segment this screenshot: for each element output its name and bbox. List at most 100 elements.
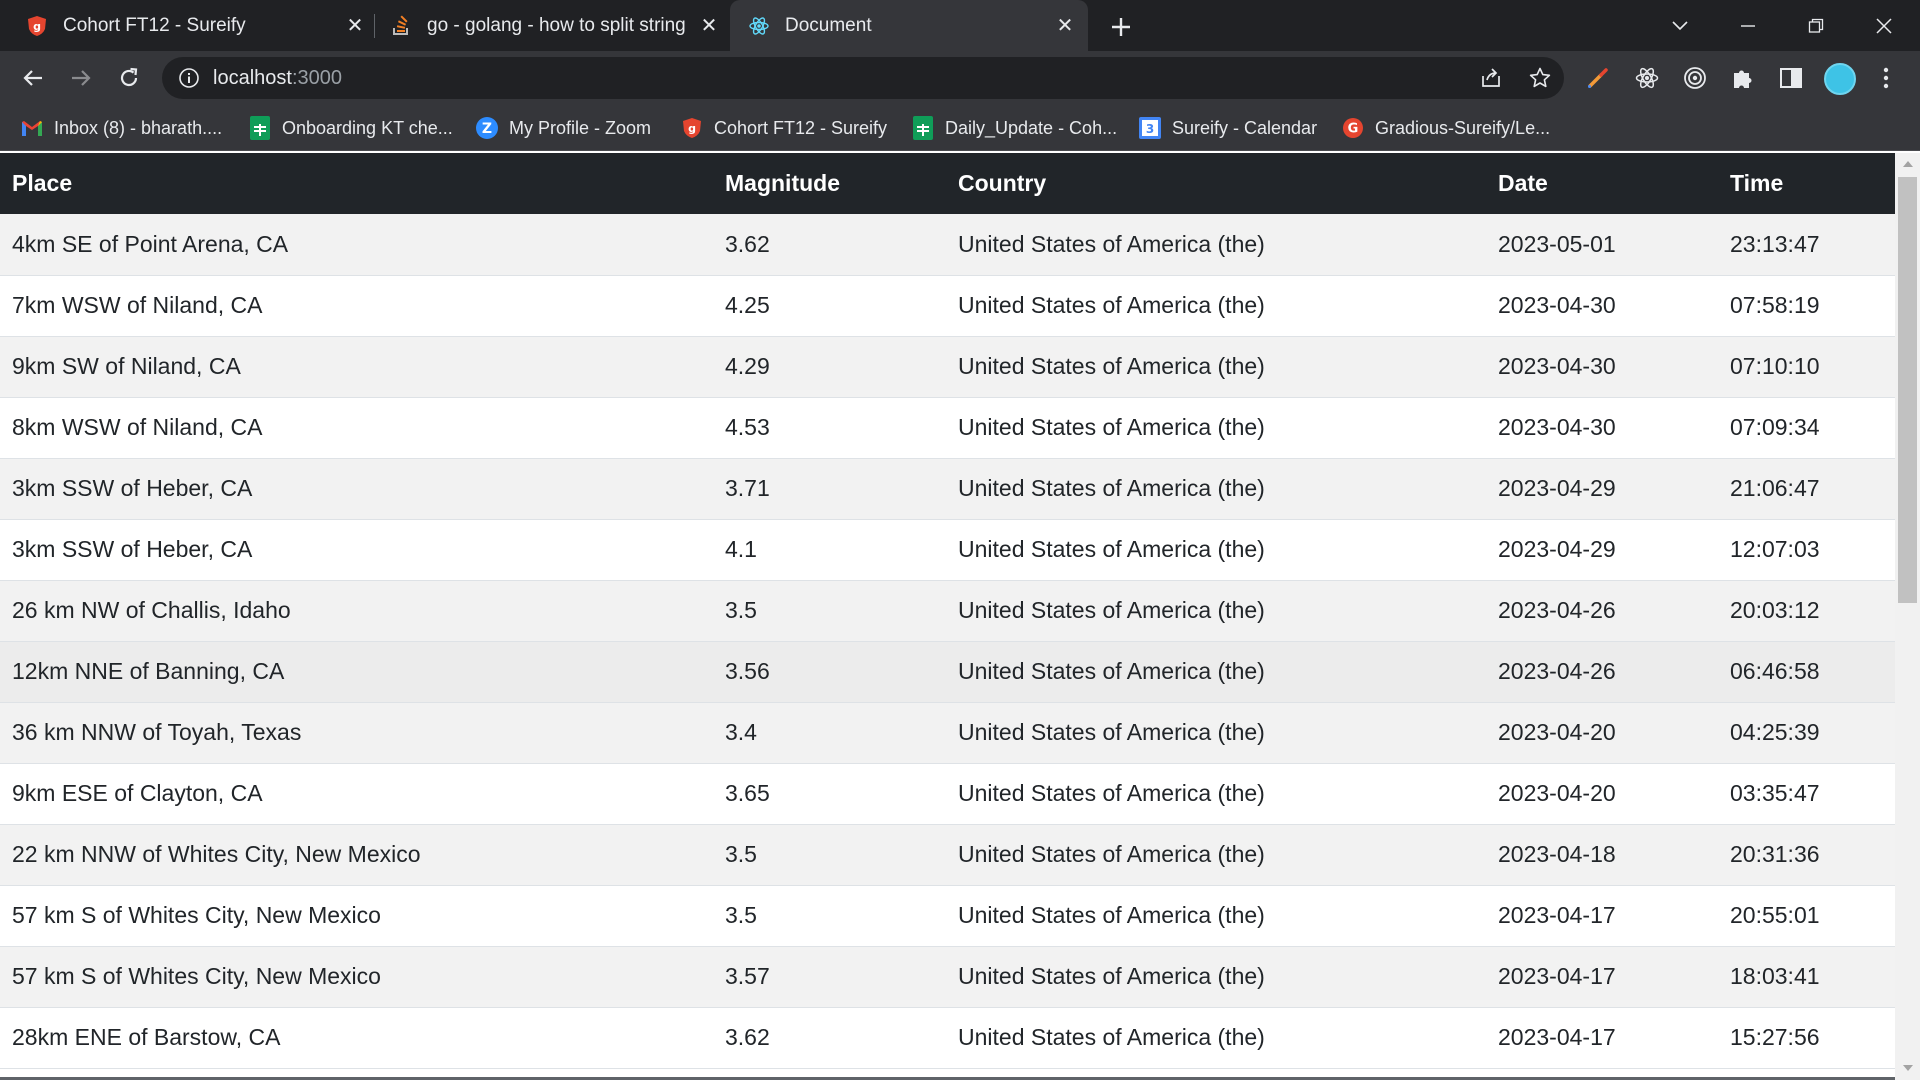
address-bar[interactable]: localhost:3000 [162,57,1564,99]
tab-separator [374,14,375,38]
gradious-shield-icon: g [681,117,703,139]
scroll-up-arrow-icon[interactable] [1903,161,1913,167]
tab-golang[interactable]: go - golang - how to split string ✕ [390,0,720,51]
bookmark-star-icon[interactable] [1528,66,1552,90]
restore-button[interactable] [1788,0,1844,51]
cell-place: 26 km NW of Challis, Idaho [0,580,713,642]
svg-text:3: 3 [1146,122,1154,136]
tab-search-button[interactable] [1652,0,1708,51]
cell-date: 2023-04-30 [1486,275,1718,337]
cell-magnitude: 3.62 [713,214,946,276]
bookmark-zoom[interactable]: Z My Profile - Zoom [476,105,651,151]
info-icon[interactable] [178,67,200,89]
tab-cohort[interactable]: g Cohort FT12 - Sureify ✕ [26,0,366,51]
new-tab-button[interactable] [1106,12,1136,42]
cell-time: 23:13:47 [1718,214,1895,276]
cell-time: 20:03:12 [1718,580,1895,642]
cell-magnitude: 3.4 [713,702,946,764]
profile-avatar[interactable] [1824,63,1856,95]
svg-text:g: g [688,122,696,135]
gradious-shield-icon: g [26,15,48,37]
arrow-right-icon [72,70,91,86]
url-port: :3000 [291,67,342,89]
bookmark-label: Daily_Update - Coh... [945,117,1118,138]
react-devtools-icon[interactable] [1634,65,1660,91]
bookmark-label: Gradious-Sureify/Le... [1375,117,1551,138]
close-icon[interactable]: ✕ [698,15,720,37]
cell-time: 18:03:41 [1718,946,1895,1008]
tab-document[interactable]: Document ✕ [730,0,1088,51]
cell-magnitude: 3.5 [713,580,946,642]
target-extension-icon[interactable] [1682,65,1708,91]
cell-time: 07:09:34 [1718,397,1895,459]
cell-country: United States of America (the) [946,641,1486,703]
scroll-down-arrow-icon[interactable] [1903,1065,1913,1071]
cell-place: 28km ENE of Barstow, CA [0,1007,713,1069]
table-row: 9km ESE of Clayton, CA 3.65 United States … [0,763,1895,825]
bookmark-calendar[interactable]: 3 Sureify - Calendar [1139,105,1317,151]
cell-magnitude: 3.65 [713,763,946,825]
zoom-icon: Z [476,117,498,139]
stackoverflow-icon [390,14,412,37]
google-sheets-icon [249,116,271,140]
url-text: localhost:3000 [213,67,342,90]
reload-button[interactable] [112,61,146,95]
bookmark-daily-update[interactable]: Daily_Update - Coh... [912,105,1117,151]
cell-date: 2023-04-17 [1486,885,1718,947]
cell-place: 3km SSW of Heber, CA [0,519,713,581]
table-row: 57 km S of Whites City, New Mexico 3.57 Un… [0,946,1895,1008]
column-header-country: Country [958,170,1047,196]
close-window-button[interactable] [1856,0,1912,51]
plus-icon [1112,18,1130,36]
column-header-date: Date [1498,170,1548,196]
extensions-puzzle-icon[interactable] [1730,65,1756,91]
cell-date: 2023-04-17 [1486,946,1718,1008]
cell-time: 07:58:19 [1718,275,1895,337]
cell-place: 3km SSW of Heber, CA [0,458,713,520]
table-row: 57 km S of Whites City, New Mexico 3.5 Uni… [0,885,1895,947]
earthquake-table: Place Magnitude Country Date Time 4km SE… [0,153,1895,1069]
forward-button[interactable] [64,61,98,95]
vertical-scrollbar[interactable] [1895,153,1920,1080]
cell-date: 2023-04-30 [1486,397,1718,459]
scrollbar-thumb[interactable] [1898,177,1917,603]
svg-text:Z: Z [482,121,492,137]
cell-magnitude: 4.25 [713,275,946,337]
table-row: 9km SW of Niland, CA 4.29 United States of… [0,336,1895,398]
table-body: 4km SE of Point Arena, CA 3.62 United Stat… [0,214,1895,1069]
close-icon[interactable]: ✕ [344,15,366,37]
bookmark-cohort[interactable]: g Cohort FT12 - Sureify [681,105,887,151]
cell-date: 2023-04-26 [1486,641,1718,703]
cell-magnitude: 3.71 [713,458,946,520]
bookmark-label: Cohort FT12 - Sureify [714,117,888,138]
table-row: 4km SE of Point Arena, CA 3.62 United Stat… [0,214,1895,276]
bookmark-label: Sureify - Calendar [1172,117,1318,138]
close-icon[interactable]: ✕ [1054,15,1076,37]
bookmark-inbox[interactable]: Inbox (8) - bharath.... [21,105,222,151]
bookmark-label: Onboarding KT che... [282,117,453,138]
color-picker-extension-icon[interactable] [1585,65,1611,91]
cell-country: United States of America (the) [946,397,1486,459]
bookmark-onboarding[interactable]: Onboarding KT che... [249,105,453,151]
bookmark-gradious[interactable]: G Gradious-Sureify/Le... [1342,105,1550,151]
close-icon [1876,17,1892,34]
side-panel-icon[interactable] [1778,65,1804,91]
tab-title: Cohort FT12 - Sureify [63,14,246,36]
browser-toolbar: localhost:3000 [0,51,1920,105]
cell-magnitude: 4.1 [713,519,946,581]
cell-magnitude: 3.57 [713,946,946,1008]
cell-date: 2023-04-29 [1486,458,1718,520]
cell-country: United States of America (the) [946,824,1486,886]
kebab-menu-icon[interactable] [1873,65,1899,91]
bookmark-label: My Profile - Zoom [509,117,652,138]
cell-place: 12km NNE of Banning, CA [0,641,713,703]
minimize-button[interactable] [1720,0,1776,51]
svg-text:g: g [33,20,41,33]
cell-country: United States of America (the) [946,336,1486,398]
arrow-left-icon [23,70,42,86]
cell-date: 2023-04-20 [1486,763,1718,825]
tab-title: go - golang - how to split string [427,14,686,36]
back-button[interactable] [16,61,50,95]
share-icon[interactable] [1479,66,1503,90]
url-host: localhost [213,67,292,89]
